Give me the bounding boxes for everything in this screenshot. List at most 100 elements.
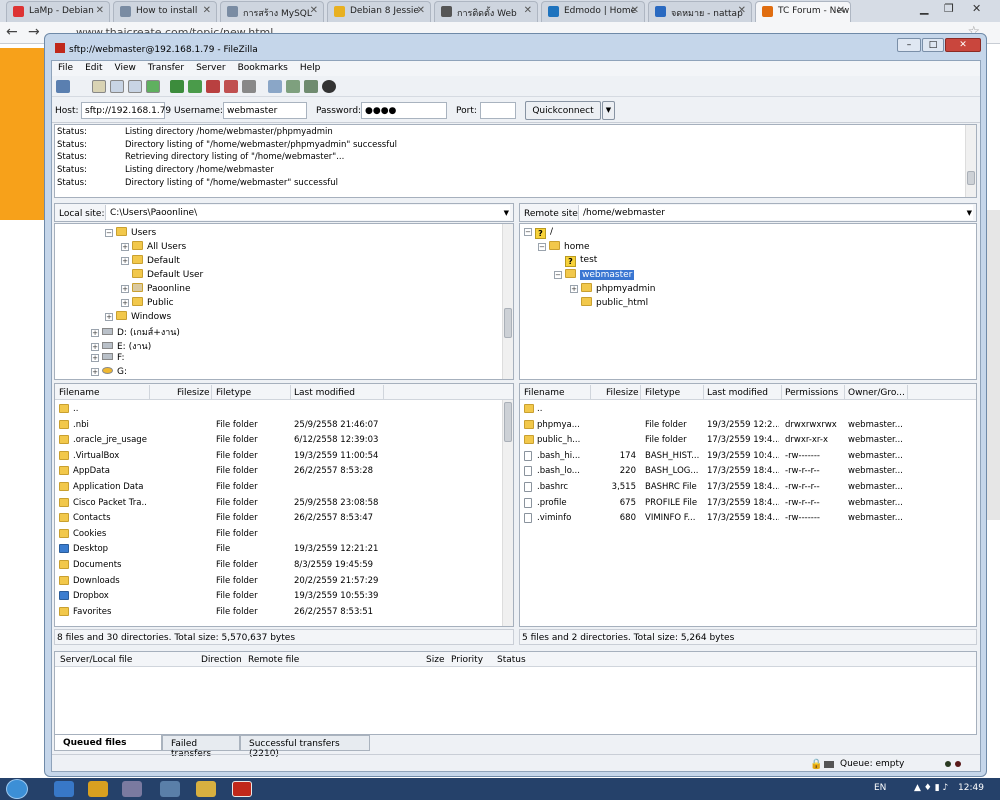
file-row[interactable]: .oracle_jre_usage File folder 6/12/2558 12…: [55, 433, 513, 448]
file-row[interactable]: phpmya... File folder 19/3/2559 12:2... drw…: [520, 418, 976, 433]
tree-node[interactable]: ? test: [565, 255, 597, 267]
menu-file[interactable]: File: [52, 61, 79, 73]
maximize-icon[interactable]: ❐: [944, 2, 954, 15]
sync-browse-icon[interactable]: [304, 80, 318, 93]
local-path-input[interactable]: C:\Users\Paoonline\: [105, 205, 510, 220]
quickconnect-dropdown-icon[interactable]: ▼: [602, 101, 615, 120]
port-input[interactable]: [480, 102, 516, 119]
close-icon[interactable]: ✕: [837, 5, 845, 16]
chevron-down-icon[interactable]: ▼: [504, 209, 509, 217]
clock[interactable]: 12:49: [958, 783, 984, 793]
toggle-queue-icon[interactable]: [146, 80, 160, 93]
toggle-local-tree-icon[interactable]: [110, 80, 124, 93]
browser-tab[interactable]: การสร้าง MySQL ✕: [220, 1, 324, 22]
network-app-icon[interactable]: [160, 781, 180, 797]
tree-node-selected[interactable]: − webmaster: [554, 269, 635, 280]
local-files-scrollbar[interactable]: [502, 400, 513, 626]
close-icon[interactable]: ✕: [524, 5, 532, 16]
tree-node[interactable]: + Paoonline: [121, 283, 191, 294]
close-icon[interactable]: ✕: [738, 5, 746, 16]
chevron-down-icon[interactable]: ▼: [967, 209, 972, 217]
password-input[interactable]: ●●●●: [361, 102, 447, 119]
page-scrollbar[interactable]: [986, 210, 1000, 520]
expand-toggle-icon[interactable]: −: [524, 228, 532, 236]
browser-tab[interactable]: LaMp - Debian ✕: [6, 1, 110, 22]
browser-tab[interactable]: จดหมาย - nattap ✕: [648, 1, 752, 22]
menu-bookmarks[interactable]: Bookmarks: [232, 61, 294, 73]
close-icon[interactable]: ✕: [203, 5, 211, 16]
tab-failed-transfers[interactable]: Failed transfers: [162, 735, 240, 759]
file-row[interactable]: .nbi File folder 25/9/2558 21:46:07: [55, 418, 513, 433]
directory-filter-icon[interactable]: [268, 80, 282, 93]
scroll-thumb[interactable]: [967, 171, 975, 185]
maximize-button[interactable]: □: [922, 38, 944, 52]
column-filesize[interactable]: Filesize: [177, 388, 210, 398]
log-scrollbar[interactable]: [965, 125, 976, 197]
browser-tab[interactable]: Edmodo | Home ✕: [541, 1, 645, 22]
forward-icon[interactable]: →: [28, 24, 40, 40]
tree-node[interactable]: −? /: [524, 227, 553, 239]
close-icon[interactable]: ✕: [972, 2, 981, 15]
expand-toggle-icon[interactable]: +: [105, 313, 113, 321]
refresh-icon[interactable]: [170, 80, 184, 93]
tree-node[interactable]: + phpmyadmin: [570, 283, 655, 294]
column-direction[interactable]: Direction: [201, 655, 242, 665]
close-button[interactable]: ✕: [945, 38, 981, 52]
column-filetype[interactable]: Filetype: [645, 388, 680, 398]
tray-icons[interactable]: ▲ ♦ ▮ ♪: [914, 783, 948, 793]
tree-node[interactable]: + D: (เกมส์+งาน): [91, 325, 180, 339]
file-row[interactable]: Downloads File folder 20/2/2559 21:57:29: [55, 574, 513, 589]
disconnect-icon[interactable]: [224, 80, 238, 93]
expand-toggle-icon[interactable]: +: [121, 285, 129, 293]
file-row[interactable]: Contacts File folder 26/2/2557 8:53:47: [55, 511, 513, 526]
file-row[interactable]: Desktop File 19/3/2559 12:21:21: [55, 542, 513, 557]
column-filename[interactable]: Filename: [59, 388, 100, 398]
file-row[interactable]: Cookies File folder: [55, 527, 513, 542]
tree-node[interactable]: public_html: [581, 297, 648, 308]
minimize-icon[interactable]: ▁: [920, 2, 928, 15]
menu-transfer[interactable]: Transfer: [142, 61, 190, 73]
tree-node[interactable]: + All Users: [121, 241, 186, 252]
file-row[interactable]: .profile 675 PROFILE File 17/3/2559 18:4...…: [520, 496, 976, 511]
column-owner-group[interactable]: Owner/Gro...: [848, 388, 905, 398]
file-row[interactable]: .VirtualBox File folder 19/3/2559 11:00:54: [55, 449, 513, 464]
file-row[interactable]: Cisco Packet Tra... File folder 25/9/2558 …: [55, 496, 513, 511]
expand-toggle-icon[interactable]: +: [91, 368, 99, 376]
start-button[interactable]: [6, 779, 28, 799]
menu-help[interactable]: Help: [294, 61, 327, 73]
column-size[interactable]: Size: [426, 655, 444, 665]
column-last-modified[interactable]: Last modified: [707, 388, 768, 398]
username-input[interactable]: webmaster: [223, 102, 307, 119]
file-row[interactable]: AppData File folder 26/2/2557 8:53:28: [55, 464, 513, 479]
local-tree-scrollbar[interactable]: [502, 224, 513, 379]
column-filetype[interactable]: Filetype: [216, 388, 251, 398]
menu-server[interactable]: Server: [190, 61, 232, 73]
browser-tab[interactable]: การติดตั้ง Web ✕: [434, 1, 538, 22]
scroll-thumb[interactable]: [504, 402, 512, 442]
browser-tab[interactable]: Debian 8 Jessie ✕: [327, 1, 431, 22]
toggle-log-icon[interactable]: [92, 80, 106, 93]
language-indicator[interactable]: EN: [874, 783, 886, 793]
tab-queued-files[interactable]: Queued files: [54, 735, 162, 751]
expand-toggle-icon[interactable]: −: [554, 271, 562, 279]
cancel-icon[interactable]: [206, 80, 220, 93]
file-row[interactable]: Favorites File folder 26/2/2557 8:53:51: [55, 605, 513, 620]
file-row[interactable]: ..: [520, 402, 976, 417]
process-queue-icon[interactable]: [188, 80, 202, 93]
chrome-icon[interactable]: [88, 781, 108, 797]
expand-toggle-icon[interactable]: +: [121, 243, 129, 251]
search-icon[interactable]: [322, 80, 336, 93]
tree-node[interactable]: − home: [538, 241, 590, 252]
compare-icon[interactable]: [286, 80, 300, 93]
column-permissions[interactable]: Permissions: [785, 388, 838, 398]
close-icon[interactable]: ✕: [96, 5, 104, 16]
column-status[interactable]: Status: [497, 655, 526, 665]
tree-node[interactable]: Default User: [132, 269, 203, 280]
host-input[interactable]: sftp://192.168.1.79: [81, 102, 171, 119]
close-icon[interactable]: ✕: [417, 5, 425, 16]
expand-toggle-icon[interactable]: +: [121, 257, 129, 265]
expand-toggle-icon[interactable]: +: [91, 343, 99, 351]
virtualbox-icon[interactable]: [122, 781, 142, 797]
expand-toggle-icon[interactable]: −: [105, 229, 113, 237]
quickconnect-button[interactable]: Quickconnect: [525, 101, 601, 120]
